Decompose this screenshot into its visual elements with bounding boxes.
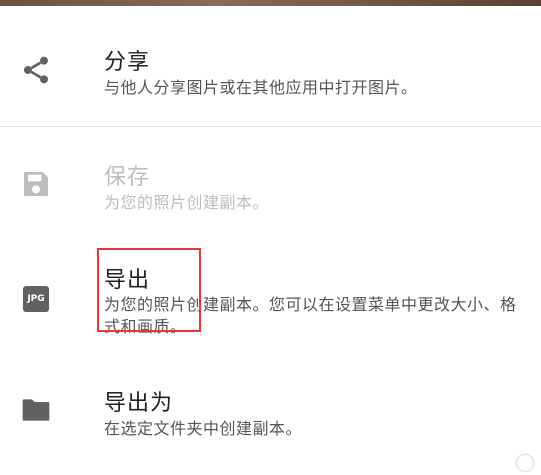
- menu-item-title: 分享: [104, 50, 151, 75]
- menu-item-title: 导出为: [104, 391, 174, 416]
- watermark-logo-icon: [517, 455, 533, 471]
- menu-item-export-as[interactable]: 导出为 在选定文件夹中创建副本。: [0, 370, 541, 475]
- share-icon: [20, 54, 52, 86]
- menu-item-title: 导出: [104, 268, 151, 293]
- menu-item-description: 为您的照片创建副本。: [104, 193, 270, 212]
- menu-item-description: 为您的照片创建副本。您可以在设置菜单中更改大小、格式和画质。: [104, 295, 517, 336]
- watermark: [517, 455, 533, 471]
- menu-item-description: 在选定文件夹中创建副本。: [104, 419, 303, 438]
- folder-icon: [20, 394, 52, 426]
- menu-item-title: 保存: [104, 165, 151, 190]
- save-icon: [20, 168, 52, 200]
- menu-item-save[interactable]: 保存 为您的照片创建副本。: [0, 127, 541, 240]
- menu-item-export[interactable]: JPG 导出 为您的照片创建副本。您可以在设置菜单中更改大小、格式和画质。: [0, 240, 541, 370]
- menu-item-description: 与他人分享图片或在其他应用中打开图片。: [104, 78, 418, 97]
- jpg-icon: JPG: [20, 283, 52, 315]
- jpg-icon-label: JPG: [23, 286, 49, 312]
- menu-item-share[interactable]: 分享 与他人分享图片或在其他应用中打开图片。: [0, 0, 541, 126]
